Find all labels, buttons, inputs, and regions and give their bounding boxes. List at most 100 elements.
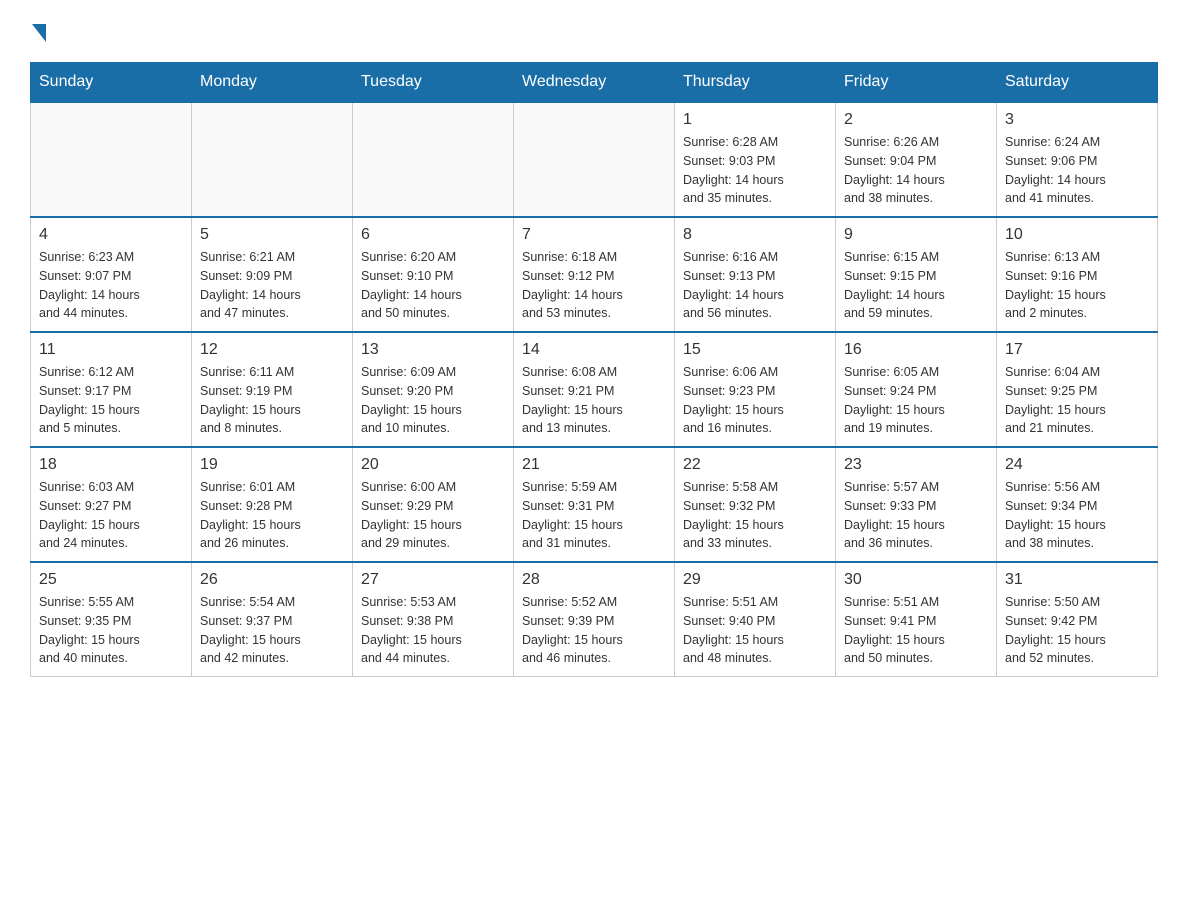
calendar-table: SundayMondayTuesdayWednesdayThursdayFrid…: [30, 62, 1158, 677]
day-number: 15: [683, 341, 827, 359]
calendar-cell: 8 Sunrise: 6:16 AMSunset: 9:13 PMDaylight…: [675, 217, 836, 332]
day-number: 12: [200, 341, 344, 359]
calendar-cell: 6 Sunrise: 6:20 AMSunset: 9:10 PMDaylight…: [353, 217, 514, 332]
day-number: 27: [361, 571, 505, 589]
weekday-header-monday: Monday: [192, 63, 353, 103]
calendar-cell: 29 Sunrise: 5:51 AMSunset: 9:40 PMDayligh…: [675, 562, 836, 677]
day-info: Sunrise: 6:16 AMSunset: 9:13 PMDaylight:…: [683, 248, 827, 323]
calendar-cell: 16Sunrise: 6:05 AMSunset: 9:24 PMDayligh…: [836, 332, 997, 447]
day-info: Sunrise: 6:04 AMSunset: 9:25 PMDaylight:…: [1005, 363, 1149, 438]
day-info: Sunrise: 5:57 AMSunset: 9:33 PMDaylight:…: [844, 478, 988, 553]
calendar-cell: 18 Sunrise: 6:03 AMSunset: 9:27 PMDayligh…: [31, 447, 192, 562]
weekday-header-tuesday: Tuesday: [353, 63, 514, 103]
day-number: 10: [1005, 226, 1149, 244]
day-info: Sunrise: 5:51 AMSunset: 9:41 PMDaylight:…: [844, 593, 988, 668]
calendar-cell: 23 Sunrise: 5:57 AMSunset: 9:33 PMDayligh…: [836, 447, 997, 562]
day-info: Sunrise: 5:55 AMSunset: 9:35 PMDaylight:…: [39, 593, 183, 668]
day-number: 2: [844, 111, 988, 129]
calendar-cell: 2 Sunrise: 6:26 AMSunset: 9:04 PMDaylight…: [836, 102, 997, 217]
day-number: 25: [39, 571, 183, 589]
calendar-cell: 7Sunrise: 6:18 AMSunset: 9:12 PMDaylight…: [514, 217, 675, 332]
day-info: Sunrise: 5:50 AMSunset: 9:42 PMDaylight:…: [1005, 593, 1149, 668]
day-info: Sunrise: 6:11 AMSunset: 9:19 PMDaylight:…: [200, 363, 344, 438]
weekday-header-saturday: Saturday: [997, 63, 1158, 103]
calendar-cell: 1Sunrise: 6:28 AMSunset: 9:03 PMDaylight…: [675, 102, 836, 217]
weekday-header-friday: Friday: [836, 63, 997, 103]
calendar-cell: 30 Sunrise: 5:51 AMSunset: 9:41 PMDayligh…: [836, 562, 997, 677]
day-info: Sunrise: 6:06 AMSunset: 9:23 PMDaylight:…: [683, 363, 827, 438]
day-number: 21: [522, 456, 666, 474]
calendar-cell: 31 Sunrise: 5:50 AMSunset: 9:42 PMDayligh…: [997, 562, 1158, 677]
weekday-header-thursday: Thursday: [675, 63, 836, 103]
day-number: 28: [522, 571, 666, 589]
day-number: 11: [39, 341, 183, 359]
day-info: Sunrise: 6:00 AMSunset: 9:29 PMDaylight:…: [361, 478, 505, 553]
day-number: 1: [683, 111, 827, 129]
day-info: Sunrise: 5:54 AMSunset: 9:37 PMDaylight:…: [200, 593, 344, 668]
day-number: 4: [39, 226, 183, 244]
weekday-header-wednesday: Wednesday: [514, 63, 675, 103]
day-info: Sunrise: 5:51 AMSunset: 9:40 PMDaylight:…: [683, 593, 827, 668]
calendar-cell: 14 Sunrise: 6:08 AMSunset: 9:21 PMDayligh…: [514, 332, 675, 447]
day-number: 13: [361, 341, 505, 359]
calendar-cell: 15 Sunrise: 6:06 AMSunset: 9:23 PMDayligh…: [675, 332, 836, 447]
day-info: Sunrise: 6:01 AMSunset: 9:28 PMDaylight:…: [200, 478, 344, 553]
logo-arrow-icon: [32, 24, 46, 42]
calendar-cell: 10 Sunrise: 6:13 AMSunset: 9:16 PMDayligh…: [997, 217, 1158, 332]
calendar-cell: 25 Sunrise: 5:55 AMSunset: 9:35 PMDayligh…: [31, 562, 192, 677]
day-number: 9: [844, 226, 988, 244]
day-info: Sunrise: 6:08 AMSunset: 9:21 PMDaylight:…: [522, 363, 666, 438]
day-number: 31: [1005, 571, 1149, 589]
day-info: Sunrise: 6:26 AMSunset: 9:04 PMDaylight:…: [844, 133, 988, 208]
calendar-cell: 4 Sunrise: 6:23 AMSunset: 9:07 PMDaylight…: [31, 217, 192, 332]
calendar-cell: [353, 102, 514, 217]
calendar-cell: 27 Sunrise: 5:53 AMSunset: 9:38 PMDayligh…: [353, 562, 514, 677]
day-number: 19: [200, 456, 344, 474]
day-info: Sunrise: 5:59 AMSunset: 9:31 PMDaylight:…: [522, 478, 666, 553]
day-number: 20: [361, 456, 505, 474]
day-number: 30: [844, 571, 988, 589]
day-info: Sunrise: 5:56 AMSunset: 9:34 PMDaylight:…: [1005, 478, 1149, 553]
day-info: Sunrise: 6:13 AMSunset: 9:16 PMDaylight:…: [1005, 248, 1149, 323]
day-number: 26: [200, 571, 344, 589]
day-info: Sunrise: 6:15 AMSunset: 9:15 PMDaylight:…: [844, 248, 988, 323]
day-number: 29: [683, 571, 827, 589]
day-info: Sunrise: 6:09 AMSunset: 9:20 PMDaylight:…: [361, 363, 505, 438]
day-number: 14: [522, 341, 666, 359]
calendar-cell: 13 Sunrise: 6:09 AMSunset: 9:20 PMDayligh…: [353, 332, 514, 447]
calendar-cell: 12 Sunrise: 6:11 AMSunset: 9:19 PMDayligh…: [192, 332, 353, 447]
calendar-cell: 11Sunrise: 6:12 AMSunset: 9:17 PMDayligh…: [31, 332, 192, 447]
calendar-cell: 20 Sunrise: 6:00 AMSunset: 9:29 PMDayligh…: [353, 447, 514, 562]
day-info: Sunrise: 6:23 AMSunset: 9:07 PMDaylight:…: [39, 248, 183, 323]
day-info: Sunrise: 6:05 AMSunset: 9:24 PMDaylight:…: [844, 363, 988, 438]
calendar-cell: 9 Sunrise: 6:15 AMSunset: 9:15 PMDaylight…: [836, 217, 997, 332]
day-number: 18: [39, 456, 183, 474]
day-info: Sunrise: 5:52 AMSunset: 9:39 PMDaylight:…: [522, 593, 666, 668]
day-number: 8: [683, 226, 827, 244]
day-info: Sunrise: 6:24 AMSunset: 9:06 PMDaylight:…: [1005, 133, 1149, 208]
calendar-header-row: SundayMondayTuesdayWednesdayThursdayFrid…: [31, 63, 1158, 103]
day-number: 3: [1005, 111, 1149, 129]
calendar-cell: 28 Sunrise: 5:52 AMSunset: 9:39 PMDayligh…: [514, 562, 675, 677]
day-info: Sunrise: 5:53 AMSunset: 9:38 PMDaylight:…: [361, 593, 505, 668]
calendar-cell: 24Sunrise: 5:56 AMSunset: 9:34 PMDayligh…: [997, 447, 1158, 562]
calendar-week-4: 18 Sunrise: 6:03 AMSunset: 9:27 PMDayligh…: [31, 447, 1158, 562]
calendar-cell: 17Sunrise: 6:04 AMSunset: 9:25 PMDayligh…: [997, 332, 1158, 447]
day-info: Sunrise: 5:58 AMSunset: 9:32 PMDaylight:…: [683, 478, 827, 553]
day-number: 5: [200, 226, 344, 244]
day-info: Sunrise: 6:03 AMSunset: 9:27 PMDaylight:…: [39, 478, 183, 553]
day-info: Sunrise: 6:18 AMSunset: 9:12 PMDaylight:…: [522, 248, 666, 323]
calendar-cell: 3 Sunrise: 6:24 AMSunset: 9:06 PMDaylight…: [997, 102, 1158, 217]
day-number: 6: [361, 226, 505, 244]
day-info: Sunrise: 6:20 AMSunset: 9:10 PMDaylight:…: [361, 248, 505, 323]
logo: [30, 20, 46, 42]
calendar-cell: [31, 102, 192, 217]
calendar-cell: 22 Sunrise: 5:58 AMSunset: 9:32 PMDayligh…: [675, 447, 836, 562]
day-number: 23: [844, 456, 988, 474]
page-header: [30, 20, 1158, 42]
day-number: 22: [683, 456, 827, 474]
calendar-week-5: 25 Sunrise: 5:55 AMSunset: 9:35 PMDayligh…: [31, 562, 1158, 677]
calendar-week-3: 11Sunrise: 6:12 AMSunset: 9:17 PMDayligh…: [31, 332, 1158, 447]
calendar-cell: 26 Sunrise: 5:54 AMSunset: 9:37 PMDayligh…: [192, 562, 353, 677]
calendar-week-1: 1Sunrise: 6:28 AMSunset: 9:03 PMDaylight…: [31, 102, 1158, 217]
